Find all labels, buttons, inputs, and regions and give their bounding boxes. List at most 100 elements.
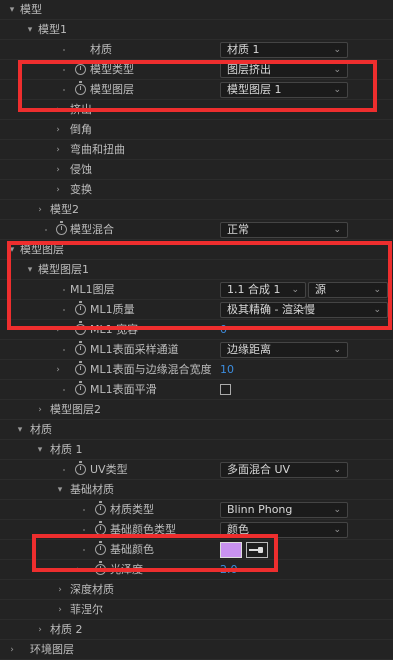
gloss-value[interactable]: 2.0 <box>220 560 238 580</box>
label-material2: 材质 2 <box>50 623 83 636</box>
stopwatch-icon[interactable] <box>75 61 86 75</box>
chevron-down-icon[interactable]: ▾ <box>24 20 36 40</box>
stopwatch-icon[interactable] <box>75 381 86 395</box>
tree-dot <box>83 529 85 531</box>
chevron-down-icon: ⌄ <box>333 525 341 535</box>
chevron-right-icon[interactable]: › <box>52 140 64 160</box>
chevron-right-icon[interactable]: › <box>52 180 64 200</box>
group-extrude[interactable]: › 挤出 <box>0 100 393 120</box>
group-material1[interactable]: ▾ 材质 1 <box>0 440 393 460</box>
group-bevel[interactable]: › 倒角 <box>0 120 393 140</box>
chevron-right-icon[interactable]: › <box>52 100 64 120</box>
label-material: 材质 <box>90 43 112 56</box>
tree-dot <box>63 69 65 71</box>
group-base-material[interactable]: ▾ 基础材质 <box>0 480 393 500</box>
chevron-right-icon[interactable]: › <box>34 200 46 220</box>
chevron-right-icon[interactable]: › <box>54 580 66 600</box>
chevron-right-icon[interactable]: › <box>6 640 18 660</box>
chevron-down-icon[interactable]: ▾ <box>6 240 18 260</box>
prop-gloss: › 光泽度 2.0 <box>0 560 393 580</box>
ml1-layer-source-dropdown[interactable]: 源 ⌄ <box>308 282 388 298</box>
prop-model-layer: 模型图层 模型图层 1 ⌄ <box>0 80 393 100</box>
chevron-down-icon: ⌄ <box>333 465 341 475</box>
chevron-right-icon[interactable]: › <box>54 600 66 620</box>
stopwatch-icon[interactable] <box>95 561 106 575</box>
chevron-down-icon[interactable]: ▾ <box>24 260 36 280</box>
ml1-smooth-checkbox[interactable] <box>220 384 231 395</box>
eyedropper-icon[interactable] <box>246 542 268 558</box>
stopwatch-icon[interactable] <box>95 501 106 515</box>
group-materials[interactable]: ▾ 材质 <box>0 420 393 440</box>
chevron-down-icon[interactable]: ▾ <box>34 440 46 460</box>
chevron-right-icon[interactable]: › <box>52 320 64 340</box>
label-model-blend: 模型混合 <box>70 223 114 236</box>
chevron-right-icon[interactable]: › <box>52 160 64 180</box>
group-transform[interactable]: › 变换 <box>0 180 393 200</box>
ml1-edge-blend-value[interactable]: 10 <box>220 360 234 380</box>
uv-type-value: 多面混合 UV <box>227 463 291 476</box>
chevron-down-icon: ⌄ <box>333 85 341 95</box>
ml1-layer-dropdown[interactable]: 1.1 合成 1 ⌄ <box>220 282 306 298</box>
stopwatch-icon[interactable] <box>75 341 86 355</box>
prop-ml1-layer: ML1图层 1.1 合成 1 ⌄ 源 ⌄ <box>0 280 393 300</box>
model-blend-dropdown[interactable]: 正常 ⌄ <box>220 222 348 238</box>
label-ml1-quality: ML1质量 <box>90 303 135 316</box>
material-type-dropdown[interactable]: Blinn Phong ⌄ <box>220 502 348 518</box>
ml1-surface-sampling-dropdown[interactable]: 边缘距离 ⌄ <box>220 342 348 358</box>
label-erode: 侵蚀 <box>70 163 92 176</box>
prop-base-color: 基础颜色 <box>0 540 393 560</box>
stopwatch-icon[interactable] <box>75 81 86 95</box>
chevron-down-icon: ⌄ <box>333 45 341 55</box>
group-erode[interactable]: › 侵蚀 <box>0 160 393 180</box>
tree-dot <box>63 389 65 391</box>
label-materials: 材质 <box>30 423 52 436</box>
group-model[interactable]: ▾ 模型 <box>0 0 393 20</box>
group-model-layer1[interactable]: ▾ 模型图层1 <box>0 260 393 280</box>
group-material2[interactable]: › 材质 2 <box>0 620 393 640</box>
tree-dot <box>63 49 65 51</box>
stopwatch-icon[interactable] <box>75 321 86 335</box>
material-dropdown[interactable]: 材质 1 ⌄ <box>220 42 348 58</box>
base-color-type-dropdown[interactable]: 颜色 ⌄ <box>220 522 348 538</box>
chevron-down-icon[interactable]: ▾ <box>6 0 18 20</box>
uv-type-dropdown[interactable]: 多面混合 UV ⌄ <box>220 462 348 478</box>
group-env-layer[interactable]: › 环境图层 <box>0 640 393 660</box>
prop-ml1-smooth: ML1表面平滑 <box>0 380 393 400</box>
chevron-down-icon[interactable]: ▾ <box>14 420 26 440</box>
group-model-layers[interactable]: ▾ 模型图层 <box>0 240 393 260</box>
group-model2[interactable]: › 模型2 <box>0 200 393 220</box>
ml1-tolerance-value[interactable]: 0 <box>220 320 227 340</box>
group-fresnel[interactable]: › 菲涅尔 <box>0 600 393 620</box>
chevron-down-icon[interactable]: ▾ <box>54 480 66 500</box>
chevron-right-icon[interactable]: › <box>34 400 46 420</box>
stopwatch-icon[interactable] <box>75 301 86 315</box>
model-layer-dropdown[interactable]: 模型图层 1 ⌄ <box>220 82 348 98</box>
stopwatch-icon[interactable] <box>56 221 67 235</box>
chevron-down-icon: ⌄ <box>291 285 299 295</box>
group-model1[interactable]: ▾ 模型1 <box>0 20 393 40</box>
base-color-swatch[interactable] <box>220 542 242 558</box>
label-ml1-tolerance: ML1 宽容 <box>90 323 139 336</box>
chevron-right-icon[interactable]: › <box>72 560 84 580</box>
chevron-right-icon[interactable]: › <box>52 120 64 140</box>
label-model-layers: 模型图层 <box>20 243 64 256</box>
chevron-down-icon: ⌄ <box>333 505 341 515</box>
label-model-layer1: 模型图层1 <box>38 263 89 276</box>
stopwatch-icon[interactable] <box>95 521 106 535</box>
stopwatch-icon[interactable] <box>75 361 86 375</box>
label-base-material: 基础材质 <box>70 483 114 496</box>
stopwatch-icon[interactable] <box>95 541 106 555</box>
ml1-quality-dropdown[interactable]: 极其精确 - 渲染慢 ⌄ <box>220 302 388 318</box>
group-model-layer2[interactable]: › 模型图层2 <box>0 400 393 420</box>
label-model-layer2: 模型图层2 <box>50 403 101 416</box>
prop-model-type: 模型类型 图层挤出 ⌄ <box>0 60 393 80</box>
chevron-right-icon[interactable]: › <box>34 620 46 640</box>
prop-ml1-surface-sampling: ML1表面采样通道 边缘距离 ⌄ <box>0 340 393 360</box>
chevron-right-icon[interactable]: › <box>52 360 64 380</box>
group-bend-twist[interactable]: › 弯曲和扭曲 <box>0 140 393 160</box>
stopwatch-icon[interactable] <box>75 461 86 475</box>
prop-model-blend: 模型混合 正常 ⌄ <box>0 220 393 240</box>
model-type-dropdown[interactable]: 图层挤出 ⌄ <box>220 62 348 78</box>
tree-dot <box>63 349 65 351</box>
group-depth-material[interactable]: › 深度材质 <box>0 580 393 600</box>
